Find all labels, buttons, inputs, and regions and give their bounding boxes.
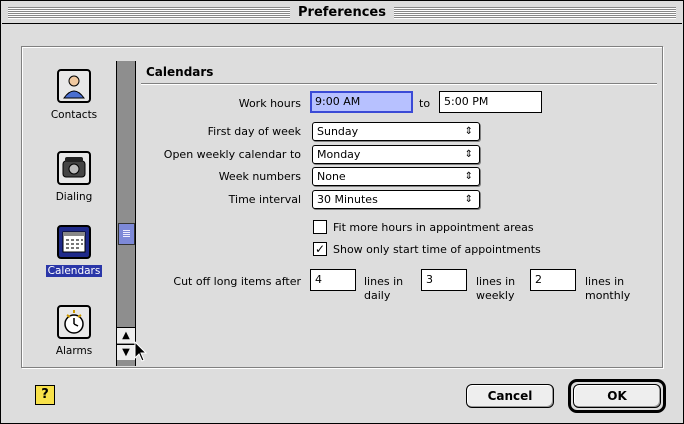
week-numbers-label: Week numbers — [218, 170, 301, 183]
week-numbers-value: None — [317, 170, 346, 183]
up-down-arrows-icon: ⇕ — [464, 171, 473, 182]
calendar-icon — [57, 225, 91, 259]
window-title: Preferences — [290, 4, 394, 22]
show-start-checkbox[interactable]: ✓ — [313, 242, 327, 256]
cancel-button[interactable]: Cancel — [466, 384, 554, 408]
up-down-arrows-icon: ⇕ — [464, 126, 473, 137]
telephone-icon — [57, 151, 91, 185]
cutoff-weekly-field[interactable]: 3 — [421, 269, 467, 291]
help-button[interactable]: ? — [35, 385, 55, 405]
mouse-pointer-icon — [134, 341, 148, 362]
scroll-thumb[interactable] — [118, 223, 135, 245]
contact-card-icon — [57, 69, 91, 103]
open-weekly-value: Monday — [317, 148, 361, 161]
sidebar-item-label: Alarms — [55, 345, 93, 357]
up-down-arrows-icon: ⇕ — [464, 149, 473, 160]
show-start-label: Show only start time of appointments — [333, 243, 541, 256]
cutoff-daily-scope: daily — [364, 289, 391, 302]
fit-hours-checkbox[interactable] — [313, 220, 327, 234]
cutoff-monthly-field[interactable]: 2 — [530, 269, 576, 291]
preferences-window: Preferences Contacts Dialing Calendars A… — [0, 0, 684, 424]
week-numbers-popup[interactable]: None ⇕ — [312, 167, 480, 186]
cutoff-label: Cut off long items after — [173, 275, 301, 288]
work-hours-to-label: to — [419, 97, 431, 110]
sidebar-item-alarms[interactable]: Alarms — [26, 305, 122, 357]
cutoff-weekly-unit: lines in — [476, 275, 516, 288]
sidebar-scrollbar[interactable]: ▲ ▼ — [116, 61, 136, 366]
open-weekly-popup[interactable]: Monday ⇕ — [312, 145, 480, 164]
cutoff-monthly-unit: lines in — [585, 275, 625, 288]
first-day-popup[interactable]: Sunday ⇕ — [312, 122, 480, 141]
fit-hours-label: Fit more hours in appointment areas — [333, 221, 534, 234]
sidebar-item-dialing[interactable]: Dialing — [26, 151, 122, 203]
sidebar-item-calendars[interactable]: Calendars — [26, 225, 122, 277]
alarm-clock-icon — [57, 305, 91, 339]
first-day-label: First day of week — [207, 125, 301, 138]
time-interval-popup[interactable]: 30 Minutes ⇕ — [312, 190, 480, 209]
time-interval-label: Time interval — [228, 193, 301, 206]
panel-title: Calendars — [146, 65, 214, 79]
up-down-arrows-icon: ⇕ — [464, 194, 473, 205]
title-bar[interactable]: Preferences — [2, 2, 682, 24]
cutoff-daily-field[interactable]: 4 — [310, 269, 356, 291]
panel-divider — [141, 83, 657, 85]
time-interval-value: 30 Minutes — [317, 193, 378, 206]
sidebar-item-label: Contacts — [50, 109, 98, 121]
sidebar-item-label: Dialing — [55, 191, 93, 203]
cutoff-daily-unit: lines in — [364, 275, 404, 288]
work-hours-start-field[interactable]: 9:00 AM — [310, 91, 413, 113]
category-sidebar: Contacts Dialing Calendars Alarms — [26, 59, 116, 367]
cutoff-monthly-scope: monthly — [585, 289, 631, 302]
work-hours-label: Work hours — [238, 97, 301, 110]
sidebar-item-contacts[interactable]: Contacts — [26, 69, 122, 121]
work-hours-end-field[interactable]: 5:00 PM — [439, 91, 542, 113]
open-weekly-label: Open weekly calendar to — [163, 148, 301, 161]
first-day-value: Sunday — [317, 125, 359, 138]
cutoff-weekly-scope: weekly — [476, 289, 515, 302]
sidebar-item-label: Calendars — [45, 265, 103, 277]
ok-button[interactable]: OK — [573, 384, 661, 408]
